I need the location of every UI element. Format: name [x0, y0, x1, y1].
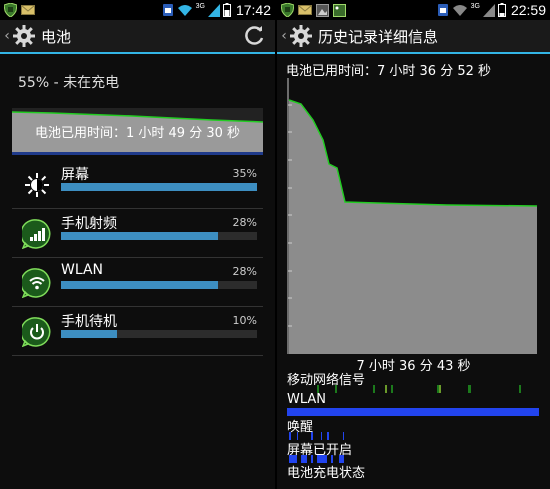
usage-percent: 28% [232, 216, 257, 229]
signal-icon [207, 3, 220, 17]
sim-icon [162, 4, 173, 16]
back-caret-icon[interactable]: ‹ [2, 28, 12, 44]
battery-icon [222, 3, 231, 17]
wifi-icon [177, 4, 192, 16]
shield-icon [281, 3, 294, 17]
page-title: 历史记录详细信息 [318, 27, 439, 46]
usage-list: 屏幕 35% 手机射频 28% WLAN 28% 手机待机 10% [12, 160, 263, 356]
action-bar: ‹ 历史记录详细信息 [277, 20, 550, 54]
usage-bar [61, 330, 257, 338]
network-type-label: 3G [470, 3, 480, 10]
power-icon [22, 317, 51, 347]
usage-bar-fill [61, 281, 218, 289]
battery-used-time: 电池已用时间：1 小时 49 分 30 秒 [34, 126, 241, 141]
usage-item-screen[interactable]: 屏幕 35% [12, 160, 263, 209]
envelope-icon [298, 5, 312, 15]
shield-icon [4, 3, 17, 17]
history-graph-svg [287, 78, 539, 354]
usage-item-standby[interactable]: 手机待机 10% [12, 307, 263, 356]
image-icon [316, 3, 329, 17]
signal-icon [482, 3, 495, 17]
wlan-label: WLAN [287, 392, 327, 407]
status-bar: 3G 22:59 [277, 0, 550, 20]
usage-bar-fill [61, 330, 117, 338]
network-type-label: 3G [195, 3, 205, 10]
wifi-icon [22, 268, 51, 298]
battery-graph[interactable]: 电池已用时间：1 小时 49 分 30 秒 [12, 108, 263, 152]
usage-bar [61, 232, 257, 240]
battery-icon [497, 3, 506, 17]
usage-percent: 35% [232, 167, 257, 180]
usage-percent: 10% [232, 314, 257, 327]
battery-used-time: 电池已用时间：7 小时 36 分 52 秒 [286, 64, 492, 79]
usage-name: 手机待机 [61, 314, 117, 330]
status-time: 17:42 [235, 2, 271, 18]
usage-bar [61, 281, 257, 289]
usage-item-wlan[interactable]: WLAN 28% [12, 258, 263, 307]
history-graph [287, 78, 539, 354]
graph-underline [12, 152, 263, 155]
usage-bar [61, 183, 257, 191]
refresh-icon[interactable] [243, 25, 265, 47]
battery-screen: 3G 17:42 ‹ 电池 55% - 未在充电 电池已用时间：1 小时 49 … [0, 0, 275, 489]
usage-name: WLAN [61, 262, 104, 278]
battery-status-text: 55% - 未在充电 [18, 75, 120, 91]
picture-icon [333, 3, 346, 17]
status-bar: 3G 17:42 [0, 0, 275, 20]
usage-name: 屏幕 [61, 167, 89, 183]
usage-percent: 28% [232, 265, 257, 278]
wlan-strip [287, 408, 539, 416]
page-title: 电池 [41, 27, 72, 46]
cell-signal-icon [22, 219, 51, 249]
usage-item-radio[interactable]: 手机射频 28% [12, 209, 263, 258]
settings-gear-icon[interactable] [12, 24, 36, 48]
envelope-icon [21, 5, 35, 15]
settings-gear-icon[interactable] [289, 24, 313, 48]
charging-label: 电池充电状态 [287, 466, 366, 481]
usage-bar-fill [61, 232, 218, 240]
brightness-icon [25, 173, 49, 197]
wifi-icon [452, 4, 467, 16]
back-caret-icon[interactable]: ‹ [279, 28, 289, 44]
sim-icon [437, 4, 448, 16]
history-details-screen: 3G 22:59 ‹ 历史记录详细信息 电池已用时间：7 小时 36 分 52 … [277, 0, 550, 489]
action-bar: ‹ 电池 [0, 20, 275, 54]
usage-bar-fill [61, 183, 257, 191]
status-time: 22:59 [510, 2, 546, 18]
usage-name: 手机射频 [61, 216, 117, 232]
